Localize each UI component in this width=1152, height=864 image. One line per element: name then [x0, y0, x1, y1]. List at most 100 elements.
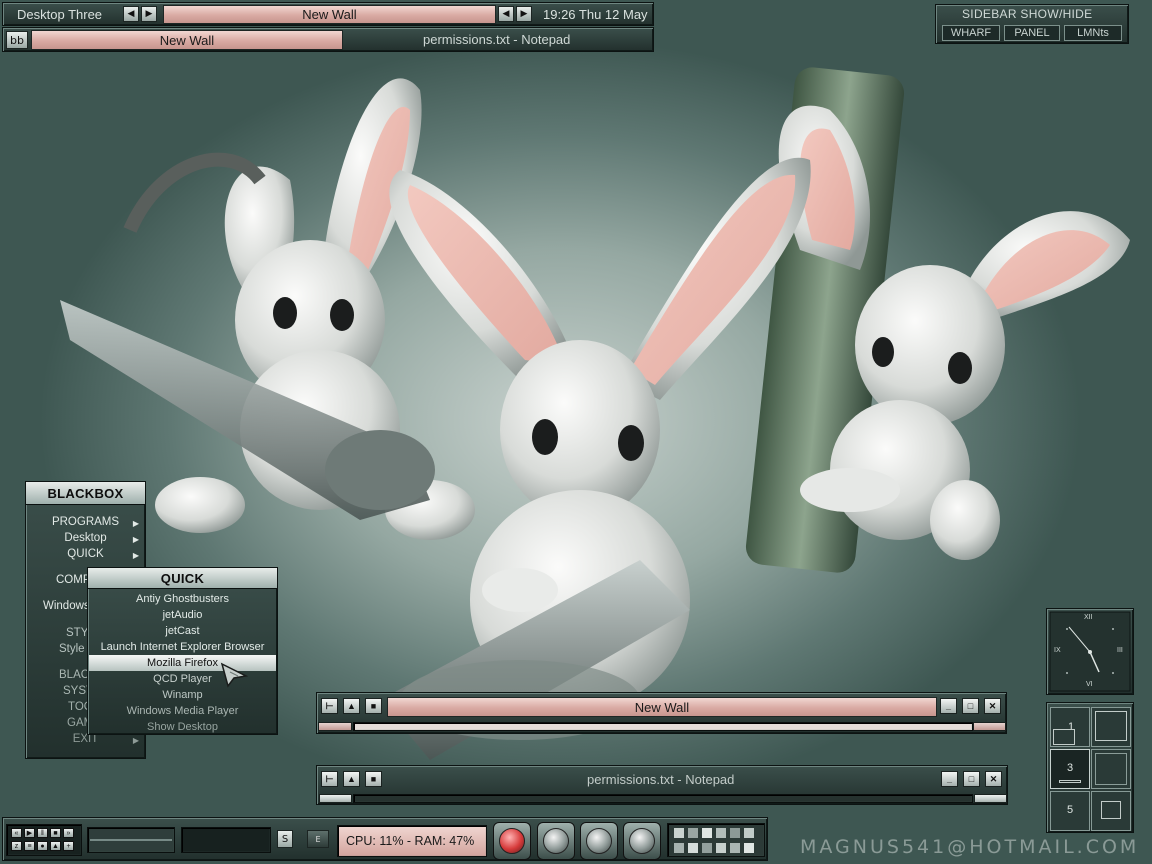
tray-icon-4[interactable] [716, 828, 726, 838]
task-button-notepad[interactable]: permissions.txt - Notepad [423, 32, 570, 47]
mouse-cursor-icon [220, 662, 248, 688]
eq-button[interactable]: ≡ [24, 841, 35, 851]
cpu-ram-text: CPU: 11% - RAM: 47% [346, 834, 475, 848]
maximize-button[interactable]: □ [963, 771, 980, 787]
menu-item-label: QUICK [67, 548, 104, 560]
minimize-button[interactable]: _ [941, 771, 958, 787]
s-button[interactable]: S [277, 830, 293, 848]
submenu-arrow-icon: ▶ [132, 736, 139, 745]
tray-icon-10[interactable] [716, 843, 726, 853]
watermark-text: MAGNUS541@HOTMAIL.COM [800, 836, 1140, 858]
resize-grip-left[interactable] [318, 722, 352, 731]
window-label[interactable]: New Wall [163, 5, 496, 24]
desktop-5[interactable]: 5 [1050, 791, 1090, 831]
desktop-3[interactable]: 3 [1050, 749, 1090, 789]
menu-item-label: Windows [43, 600, 90, 612]
next-window-button[interactable]: ▶ [516, 6, 532, 22]
clock-numeral-12: XII [1084, 614, 1093, 621]
rewind-button[interactable]: « [11, 828, 22, 838]
window-pin-button[interactable]: ■ [365, 698, 382, 714]
stop-button[interactable]: ■ [50, 828, 61, 838]
seek-bar[interactable] [87, 827, 175, 853]
quick-item-antiy[interactable]: Antiy Ghostbusters [89, 591, 276, 607]
system-tray [667, 823, 765, 857]
clock-numeral-3: III [1117, 647, 1123, 654]
resize-grip-left[interactable] [319, 794, 352, 803]
track-display [181, 827, 271, 853]
quick-item-winamp[interactable]: Winamp [89, 687, 276, 703]
resize-grip-right[interactable] [973, 722, 1006, 731]
bb-button[interactable]: bb [6, 31, 28, 49]
submenu-arrow-icon: ▶ [132, 519, 139, 528]
prev-workspace-button[interactable]: ◀ [123, 6, 139, 22]
quick-item-jetcast[interactable]: jetCast [89, 623, 276, 639]
menu-item-label: COMP [56, 574, 91, 586]
minimize-button[interactable]: _ [940, 698, 957, 714]
tray-icon-8[interactable] [688, 843, 698, 853]
prev-window-button[interactable]: ◀ [498, 6, 514, 22]
panel-button[interactable]: PANEL [1004, 25, 1060, 41]
desktop-1[interactable]: 1 [1050, 707, 1090, 747]
shuffle-button[interactable]: z [11, 841, 22, 851]
quick-item-show-desktop[interactable]: Show Desktop [89, 719, 276, 735]
menu-item-quick[interactable]: QUICK ▶ [26, 548, 145, 560]
sidebar-toggle[interactable]: SIDEBAR SHOW/HIDE [962, 7, 1092, 21]
window-menu-button[interactable]: ⊢ [321, 771, 338, 787]
tray-icon-6[interactable] [744, 828, 754, 838]
desktop-2[interactable] [1091, 707, 1131, 747]
toolbar-clock[interactable]: 19:26 Thu 12 May [543, 7, 648, 22]
window-menu-button[interactable]: ⊢ [321, 698, 338, 714]
quick-menu: QUICK Antiy Ghostbusters jetAudio jetCas… [87, 567, 278, 735]
vol-down-button[interactable]: ● [37, 841, 48, 851]
lmnts-button[interactable]: LMNts [1064, 25, 1122, 41]
tray-icon-7[interactable] [674, 843, 684, 853]
tray-icon-2[interactable] [688, 828, 698, 838]
record-knob-icon[interactable] [493, 822, 531, 860]
window-up-button[interactable]: ▲ [343, 771, 360, 787]
close-button[interactable]: ✕ [985, 771, 1002, 787]
window-title[interactable]: New Wall [387, 697, 937, 717]
resize-grip-right[interactable] [974, 794, 1007, 803]
window-handle[interactable] [353, 794, 973, 803]
tray-icon-5[interactable] [730, 828, 740, 838]
forward-button[interactable]: » [63, 828, 74, 838]
maximize-button[interactable]: □ [962, 698, 979, 714]
window-handle[interactable] [353, 722, 973, 731]
desktop-number: 5 [1067, 804, 1074, 816]
window-up-button[interactable]: ▲ [343, 698, 360, 714]
vol-up-button[interactable]: ▲ [50, 841, 61, 851]
task-button-new-wall[interactable]: New Wall [31, 30, 343, 50]
desktop-4[interactable] [1091, 749, 1131, 789]
window-title[interactable]: permissions.txt - Notepad [587, 772, 734, 787]
toolbar-top: Desktop Three ◀ ▶ New Wall ◀ ▶ 19:26 Thu… [2, 2, 654, 26]
next-workspace-button[interactable]: ▶ [141, 6, 157, 22]
close-button[interactable]: ✕ [984, 698, 1001, 714]
tray-icon-12[interactable] [744, 843, 754, 853]
mini-window [1101, 801, 1121, 819]
tray-icon-3[interactable] [702, 828, 712, 838]
quick-item-internet-explorer[interactable]: Launch Internet Explorer Browser [89, 639, 276, 655]
tray-icon-1[interactable] [674, 828, 684, 838]
mini-window [1059, 780, 1081, 783]
toolbar-tasks: bb New Wall permissions.txt - Notepad [2, 27, 654, 52]
desktop-6[interactable] [1091, 791, 1131, 831]
playlist-button[interactable]: + [63, 841, 74, 851]
window-pin-button[interactable]: ■ [365, 771, 382, 787]
clock-numeral-6: VI [1086, 681, 1093, 688]
pause-button[interactable]: ‖ [37, 828, 48, 838]
wharf-button[interactable]: WHARF [942, 25, 1000, 41]
cd-drive-icon[interactable] [537, 822, 575, 860]
tray-icon-11[interactable] [730, 843, 740, 853]
menu-item-desktop[interactable]: Desktop ▶ [26, 532, 145, 544]
quick-item-jetaudio[interactable]: jetAudio [89, 607, 276, 623]
menu-title: BLACKBOX [26, 482, 145, 505]
e-button[interactable]: E [307, 830, 329, 848]
play-button[interactable]: ▶ [24, 828, 35, 838]
quick-item-wmp[interactable]: Windows Media Player [89, 703, 276, 719]
speaker-icon[interactable] [623, 822, 661, 860]
hard-disk-icon[interactable] [580, 822, 618, 860]
menu-item-programs[interactable]: PROGRAMS ▶ [26, 516, 145, 528]
tray-icon-9[interactable] [702, 843, 712, 853]
workspace-name[interactable]: Desktop Three [17, 7, 102, 22]
bottom-panel: « ▶ ‖ ■ » z ≡ ● ▲ + S E CPU: 11% - RAM: … [2, 817, 768, 861]
